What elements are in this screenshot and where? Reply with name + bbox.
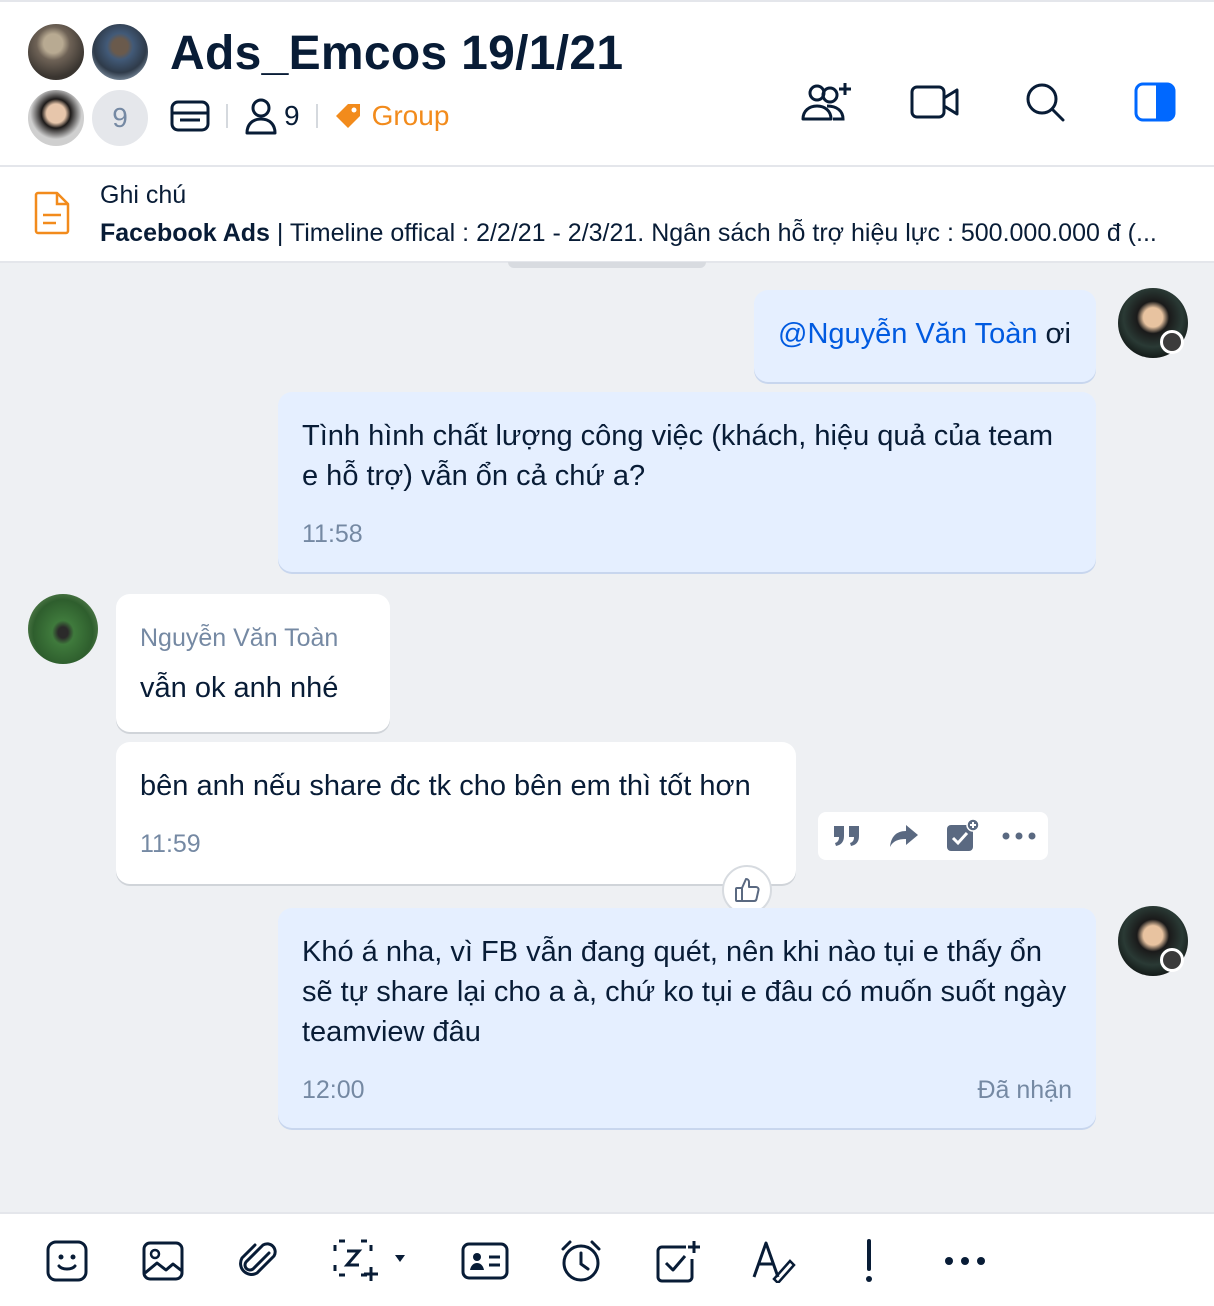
contact-card-icon[interactable]	[460, 1236, 510, 1286]
divider	[315, 104, 318, 128]
add-member-icon[interactable]	[796, 78, 854, 126]
screenshot-icon[interactable]	[330, 1236, 420, 1286]
message-time: 11:59	[140, 830, 201, 858]
status-dot	[1160, 948, 1184, 972]
member-icon[interactable]	[244, 97, 278, 135]
urgent-icon[interactable]	[844, 1236, 894, 1286]
image-icon[interactable]	[138, 1236, 188, 1286]
text-format-icon[interactable]	[748, 1236, 798, 1286]
group-avatar[interactable]: 9	[26, 22, 152, 148]
message-time: 11:58	[302, 520, 363, 548]
pinned-note-title: Ghi chú	[100, 181, 187, 209]
pinned-note[interactable]: Ghi chú Facebook Ads | Timeline offical …	[0, 167, 1214, 263]
avatar-overflow-count: 9	[90, 88, 150, 148]
sidebar-toggle-icon[interactable]	[1126, 78, 1184, 126]
pinned-note-text: | Timeline offical : 2/2/21 - 2/3/21. Ng…	[269, 219, 1157, 247]
more-icon[interactable]	[999, 816, 1039, 856]
message-time: 12:00	[302, 1076, 365, 1104]
more-icon[interactable]	[940, 1236, 990, 1286]
tag-icon	[334, 102, 362, 130]
conversation-header: 9 Ads_Emcos 19/1/21 9 Group	[0, 0, 1214, 167]
member-avatar	[90, 22, 150, 82]
pinned-note-prefix: Facebook Ads	[100, 219, 270, 247]
mention-link[interactable]: @Nguyễn Văn Toàn	[778, 318, 1037, 350]
pinned-note-body: Facebook Ads | Timeline offical : 2/2/21…	[100, 219, 1170, 248]
community-icon[interactable]	[170, 99, 210, 133]
member-count[interactable]: 9	[284, 100, 300, 132]
attach-icon[interactable]	[234, 1236, 284, 1286]
forward-icon[interactable]	[884, 816, 924, 856]
reminder-icon[interactable]	[556, 1236, 606, 1286]
conversation-tag[interactable]: Group	[372, 100, 450, 132]
message-bubble[interactable]: Nguyễn Văn Toàn vẫn ok anh nhé	[116, 594, 390, 732]
sender-name[interactable]: Nguyễn Văn Toàn	[140, 618, 366, 658]
quote-icon[interactable]	[827, 816, 867, 856]
message-action-bar	[818, 812, 1048, 860]
note-icon	[34, 191, 70, 235]
video-call-icon[interactable]	[906, 78, 964, 126]
message-text: ơi	[1037, 318, 1072, 350]
composer-toolbar	[0, 1212, 1214, 1306]
message-text: Tình hình chất lượng công việc (khách, h…	[302, 420, 1053, 492]
header-actions	[796, 78, 1184, 126]
scroll-hint	[508, 262, 706, 268]
message-bubble[interactable]: Tình hình chất lượng công việc (khách, h…	[278, 392, 1096, 572]
message-bubble[interactable]: bên anh nếu share đc tk cho bên em thì t…	[116, 742, 796, 884]
divider	[226, 104, 228, 128]
search-icon[interactable]	[1016, 78, 1074, 126]
message-bubble[interactable]: Khó á nha, vì FB vẫn đang quét, nên khi …	[278, 908, 1096, 1128]
delivery-status: Đã nhận	[977, 1076, 1072, 1104]
conversation-title[interactable]: Ads_Emcos 19/1/21	[170, 26, 623, 81]
thumbs-up-icon	[733, 876, 761, 904]
status-dot	[1160, 330, 1184, 354]
message-bubble[interactable]: @Nguyễn Văn Toàn ơi	[754, 290, 1096, 382]
conversation-meta: 9 Group	[170, 92, 449, 140]
message-text: vẫn ok anh nhé	[140, 672, 339, 704]
sticker-icon[interactable]	[42, 1236, 92, 1286]
task-icon[interactable]	[942, 816, 982, 856]
member-avatar	[26, 88, 86, 148]
sender-avatar[interactable]	[28, 594, 98, 664]
message-text: Khó á nha, vì FB vẫn đang quét, nên khi …	[302, 936, 1067, 1048]
message-text: bên anh nếu share đc tk cho bên em thì t…	[140, 770, 751, 802]
member-avatar	[26, 22, 86, 82]
todo-icon[interactable]	[652, 1236, 702, 1286]
